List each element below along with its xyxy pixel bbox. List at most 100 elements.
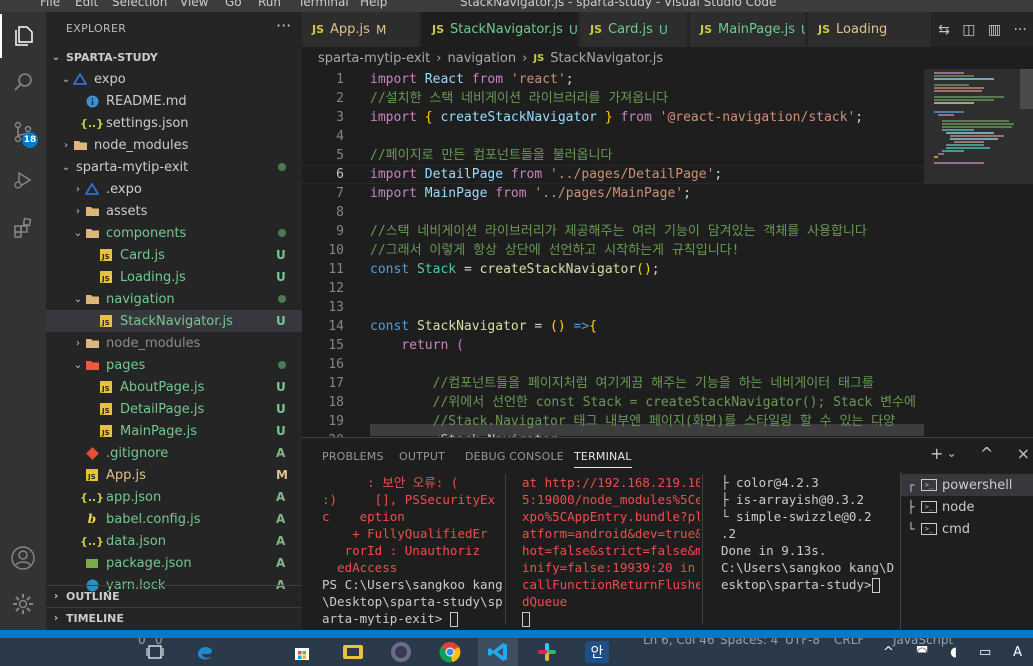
tree-folder[interactable]: ⌄ pages <box>46 354 302 376</box>
activity-settings[interactable] <box>0 582 46 626</box>
terminal-split-divider[interactable] <box>702 474 703 624</box>
open-changes-icon[interactable]: ◫ <box>962 22 975 38</box>
tree-file[interactable]: package.json A <box>46 552 302 574</box>
editor-tab[interactable]: JSStackNavigator.jsU× <box>422 12 578 47</box>
show-hidden-icons-icon[interactable]: ^ <box>883 645 894 660</box>
terminal-split-divider[interactable] <box>505 474 506 624</box>
code-line[interactable]: //스택 네비게이션 라이브러리가 제공해주는 여러 기능이 담겨있는 객체를 … <box>370 222 867 241</box>
breadcrumb-item-folder[interactable]: navigation <box>447 51 516 66</box>
tree-folder[interactable]: › node_modules <box>46 134 302 156</box>
tree-folder[interactable]: ⌄ navigation <box>46 288 302 310</box>
taskbar-slack[interactable] <box>527 638 567 666</box>
battery-icon[interactable]: ▭ <box>979 645 991 660</box>
tree-file[interactable]: {..} app.json A <box>46 486 302 508</box>
menu-run[interactable]: Run <box>258 0 281 9</box>
network-icon[interactable]: ◚ <box>916 645 929 660</box>
tree-file[interactable]: .gitignore A <box>46 442 302 464</box>
volume-icon[interactable]: ◖ <box>950 645 957 660</box>
input-language-icon[interactable]: A <box>1013 645 1022 660</box>
code-line[interactable]: import { createStackNavigator } from '@r… <box>370 108 863 127</box>
panel-tab-terminal[interactable]: TERMINAL <box>574 450 632 468</box>
explorer-more-button[interactable]: ··· <box>276 16 291 35</box>
breadcrumb-item-file[interactable]: StackNavigator.js <box>550 51 663 66</box>
tree-file[interactable]: JS AboutPage.js U <box>46 376 302 398</box>
taskbar-vscode[interactable] <box>478 638 518 666</box>
code-editor[interactable]: 1 import React from 'react'; 2 //설치한 스택 네비게… <box>302 69 1033 437</box>
new-terminal-icon[interactable]: + <box>930 444 943 466</box>
timeline-section[interactable]: › TIMELINE <box>46 607 302 629</box>
minimap[interactable] <box>924 69 1033 437</box>
tree-file[interactable]: README.md <box>46 90 302 112</box>
activity-account[interactable] <box>0 536 46 580</box>
taskbar-task-view[interactable] <box>135 638 175 666</box>
code-line[interactable]: //컴포넌트들을 페이지처럼 여기게끔 해주는 기능을 하는 네비게이터 태그를 <box>370 374 874 393</box>
tree-folder[interactable]: › assets <box>46 200 302 222</box>
code-line[interactable]: const StackNavigator = () =>{ <box>370 317 597 336</box>
menu-edit[interactable]: Edit <box>75 0 98 9</box>
editor-tab[interactable]: JS MainPage.js U <box>690 12 806 47</box>
menu-go[interactable]: Go <box>225 0 242 9</box>
breadcrumb-item-project[interactable]: sparta-mytip-exit <box>318 51 430 66</box>
editor-tab[interactable]: JS Card.js U <box>580 12 688 47</box>
editor-horizontal-scrollbar[interactable] <box>370 424 924 436</box>
tree-file[interactable]: {..} data.json A <box>46 530 302 552</box>
editor-tab[interactable]: JS Loading <box>808 12 932 47</box>
menu-file[interactable]: File <box>40 0 60 9</box>
tree-folder[interactable]: › .expo <box>46 178 302 200</box>
maximize-panel-icon[interactable]: ^ <box>980 444 993 466</box>
tree-file[interactable]: JS MainPage.js U <box>46 420 302 442</box>
tree-file[interactable]: JS App.js M <box>46 464 302 486</box>
panel-tab-problems[interactable]: PROBLEMS <box>322 450 384 463</box>
more-actions-icon[interactable]: ··· <box>1013 22 1026 38</box>
editor-vertical-scrollbar[interactable] <box>1020 69 1033 109</box>
taskbar-korean-ime[interactable]: 안 <box>576 638 618 666</box>
tree-folder[interactable]: ⌄ expo <box>46 68 302 90</box>
menu-view[interactable]: View <box>180 0 208 9</box>
outline-section[interactable]: › OUTLINE <box>46 585 302 607</box>
tree-file[interactable]: JS Card.js U <box>46 244 302 266</box>
taskbar-chrome[interactable] <box>430 638 470 666</box>
code-line[interactable]: import React from 'react'; <box>370 70 574 89</box>
terminal-list-item[interactable]: └ >_ cmd <box>901 518 1033 540</box>
activity-source-control[interactable]: 18 <box>0 110 46 154</box>
terminal-dropdown-icon[interactable]: ⌄ <box>947 446 957 466</box>
tree-file[interactable]: {..} settings.json <box>46 112 302 134</box>
menu-terminal[interactable]: Terminal <box>298 0 349 9</box>
tree-file[interactable]: JS Loading.js U <box>46 266 302 288</box>
code-line[interactable]: import DetailPage from '../pages/DetailP… <box>370 165 722 184</box>
activity-extensions[interactable] <box>0 206 46 250</box>
terminal-list-item[interactable]: ┌ >_ powershell <box>901 474 1033 496</box>
terminal-pane-powershell[interactable]: : 보안 오류: (:) [], PSSecurityEx c eption + … <box>322 474 502 627</box>
code-line[interactable]: return ( <box>370 336 464 355</box>
taskbar-store[interactable] <box>282 638 322 666</box>
tree-folder[interactable]: › node_modules <box>46 332 302 354</box>
tree-folder[interactable]: ⌄ components <box>46 222 302 244</box>
taskbar-photos[interactable] <box>333 638 373 666</box>
tree-file[interactable]: JS DetailPage.js U <box>46 398 302 420</box>
terminal-pane-cmd[interactable]: ├ color@4.2.3 ├ is-arrayish@0.3.2 └ simple… <box>721 474 899 593</box>
terminal-pane-node[interactable]: at http://192.168.219.10 5:19000/node_mod… <box>522 474 700 627</box>
minimap-slider[interactable] <box>924 69 1033 184</box>
code-line[interactable]: //그래서 이렇게 항상 상단에 선언하고 시작하는게 규칙입니다! <box>370 241 739 260</box>
code-line[interactable]: //위에서 선언한 const Stack = createStackNavig… <box>370 393 916 412</box>
close-panel-icon[interactable]: × <box>1017 444 1030 466</box>
taskbar-edge[interactable] <box>185 638 225 666</box>
tree-file[interactable]: JS StackNavigator.js U <box>46 310 302 332</box>
panel-tab-debug-console[interactable]: DEBUG CONSOLE <box>465 450 564 463</box>
code-line[interactable]: //페이지로 만든 컴포넌트들을 불러옵니다 <box>370 146 612 165</box>
panel-tab-output[interactable]: OUTPUT <box>399 450 445 463</box>
tree-folder[interactable]: ⌄ sparta-mytip-exit <box>46 156 302 178</box>
code-line[interactable]: //설치한 스택 네비게이션 라이브러리를 가져옵니다 <box>370 89 668 108</box>
activity-explorer[interactable] <box>0 14 46 58</box>
activity-run-debug[interactable] <box>0 158 46 202</box>
taskbar-obs[interactable] <box>381 638 421 666</box>
activity-search[interactable] <box>0 60 46 104</box>
code-line[interactable]: import MainPage from '../pages/MainPage'… <box>370 184 691 203</box>
terminal-list-item[interactable]: ├ >_ node <box>901 496 1033 518</box>
workspace-root[interactable]: ⌄ SPARTA-STUDY <box>46 46 302 68</box>
compare-changes-icon[interactable]: ⇆ <box>938 22 950 38</box>
editor-tab[interactable]: JS App.js M <box>302 12 420 47</box>
code-line[interactable]: const Stack = createStackNavigator(); <box>370 260 660 279</box>
menu-selection[interactable]: Selection <box>112 0 167 9</box>
split-editor-icon[interactable]: ▥ <box>988 22 1001 38</box>
